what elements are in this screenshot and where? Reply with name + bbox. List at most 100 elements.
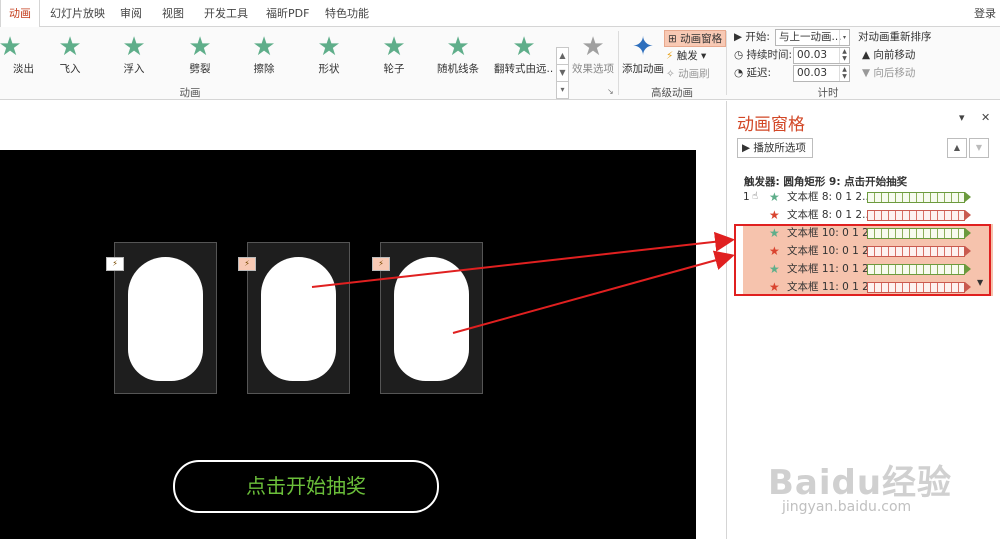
- spinner-icon[interactable]: ▲ ▼: [839, 48, 849, 63]
- item-name: 文本框 8: 0 1 2...: [787, 191, 867, 203]
- animation-trigger-tag-icon[interactable]: ⚡: [106, 257, 124, 271]
- delay-value: 00.03: [797, 67, 828, 79]
- star-icon: ★: [0, 32, 22, 62]
- animation-split[interactable]: ★ 劈裂: [170, 33, 230, 79]
- duration-input[interactable]: 00.03 ▲ ▼: [793, 47, 850, 64]
- star-icon: ★: [382, 32, 406, 62]
- star-icon: ★: [317, 32, 341, 62]
- group-label-advanced: 高级动画: [651, 87, 693, 99]
- animation-label: 翻转式由远...: [494, 63, 554, 75]
- animation-painter-button[interactable]: ✧ 动画刷: [666, 66, 710, 83]
- tab-developer[interactable]: 开发工具: [204, 0, 248, 27]
- login-link[interactable]: 登录: [974, 0, 996, 27]
- timeline-bar[interactable]: [867, 192, 965, 203]
- close-icon[interactable]: ✕: [981, 111, 990, 124]
- move-earlier-button[interactable]: ▲ 向前移动: [862, 47, 915, 64]
- move-up-button[interactable]: ▲: [947, 138, 967, 158]
- animation-painter-label: 动画刷: [678, 68, 710, 80]
- brush-icon: ✧: [666, 68, 679, 80]
- start-select[interactable]: 与上一动画... ▾: [775, 29, 850, 46]
- start-label-text: 开始:: [745, 31, 770, 43]
- clock-icon: ◷: [734, 49, 747, 61]
- animation-label: 淡出: [13, 63, 34, 75]
- star-icon: ★: [512, 32, 536, 62]
- move-down-button[interactable]: ▼: [969, 138, 989, 158]
- entrance-star-icon: ★: [769, 190, 780, 204]
- watermark-url: jingyan.baidu.com: [782, 499, 912, 515]
- tab-foxit-pdf[interactable]: 福昕PDF: [266, 0, 309, 27]
- animation-trigger-tag-icon[interactable]: ⚡: [238, 257, 256, 271]
- dialog-launcher-icon[interactable]: ↘: [607, 87, 614, 96]
- animation-label: 擦除: [253, 63, 275, 75]
- tab-review[interactable]: 审阅: [120, 0, 142, 27]
- animation-fly-in[interactable]: ★ 飞入: [40, 33, 100, 79]
- star-icon: ★: [58, 32, 82, 62]
- chevron-down-icon[interactable]: ▾: [959, 111, 965, 124]
- animation-label: 轮子: [383, 63, 405, 75]
- triangle-down-icon: ▼: [862, 67, 874, 79]
- animation-float-in[interactable]: ★ 浮入: [104, 33, 164, 79]
- trigger-header: 触发器: 圆角矩形 9: 点击开始抽奖: [744, 176, 908, 188]
- move-later-button[interactable]: ▼ 向后移动: [862, 65, 915, 82]
- delay-label-text: 延迟:: [746, 67, 772, 79]
- animation-shape[interactable]: ★ 形状: [299, 33, 359, 79]
- effect-options-button[interactable]: ★ 效果选项: [566, 33, 620, 79]
- spinner-icon[interactable]: ▲ ▼: [839, 66, 849, 81]
- duration-label: ◷ 持续时间:: [734, 47, 792, 64]
- annotation-highlight-box: [734, 224, 991, 296]
- lightning-icon: ⚡: [666, 50, 677, 62]
- play-icon: ▶: [734, 31, 746, 43]
- play-icon: ▶: [742, 142, 754, 154]
- reel-digit-shape: [128, 257, 203, 381]
- effect-options-label: 效果选项: [572, 63, 614, 75]
- animation-random-bars[interactable]: ★ 随机线条: [428, 33, 488, 79]
- gallery-more-icon[interactable]: ▾: [557, 82, 568, 99]
- divider: [726, 31, 727, 95]
- delay-label: ◔ 延迟:: [734, 65, 771, 82]
- group-label-animation: 动画: [179, 87, 201, 99]
- tab-special-features[interactable]: 特色功能: [325, 0, 369, 27]
- animation-list-item[interactable]: ★ 文本框 8: 0 1 2...: [743, 206, 993, 224]
- tab-animation[interactable]: 动画: [0, 0, 40, 28]
- number-reel-11[interactable]: [380, 242, 483, 394]
- group-label-timing: 计时: [817, 87, 839, 99]
- trigger-button[interactable]: ⚡ 触发 ▾: [666, 48, 706, 65]
- slide-canvas[interactable]: ⚡ ⚡ ⚡ 点击开始抽奖: [0, 150, 696, 539]
- number-reel-10[interactable]: [247, 242, 350, 394]
- delay-input[interactable]: 00.03 ▲ ▼: [793, 65, 850, 82]
- item-name: 文本框 8: 0 1 2...: [787, 209, 867, 221]
- watermark: Baidu经验 jingyan.baidu.com: [760, 455, 1000, 539]
- animation-trigger-tag-icon[interactable]: ⚡: [372, 257, 390, 271]
- animation-pane-button[interactable]: ⊞ 动画窗格: [664, 30, 727, 47]
- duration-label-text: 持续时间:: [746, 49, 793, 61]
- start-select-value: 与上一动画...: [779, 31, 842, 43]
- duration-value: 00.03: [797, 49, 828, 61]
- play-selected-label: 播放所选项: [753, 142, 806, 154]
- animation-wipe[interactable]: ★ 擦除: [234, 33, 294, 79]
- animation-flip-from-far[interactable]: ★ 翻转式由远...: [494, 33, 554, 79]
- animation-fade-out[interactable]: ★ 淡出: [0, 33, 40, 79]
- animation-wheel[interactable]: ★ 轮子: [364, 33, 424, 79]
- start-draw-button[interactable]: 点击开始抽奖: [173, 460, 439, 513]
- timeline-bar[interactable]: [867, 210, 965, 221]
- mouse-click-icon: ☝: [752, 191, 759, 202]
- play-selected-button[interactable]: ▶ 播放所选项: [737, 138, 813, 158]
- exit-star-icon: ★: [769, 208, 780, 222]
- add-animation-label: 添加动画: [622, 63, 664, 75]
- reorder-label: 对动画重新排序: [858, 31, 932, 43]
- tab-slideshow[interactable]: 幻灯片放映: [50, 0, 105, 27]
- add-animation-button[interactable]: ✦ 添加动画: [618, 33, 668, 79]
- reel-digit-shape: [261, 257, 336, 381]
- timeline-bar-end: [965, 210, 971, 220]
- tab-view[interactable]: 视图: [162, 0, 184, 27]
- animation-label: 浮入: [123, 63, 145, 75]
- animation-label: 劈裂: [189, 63, 211, 75]
- animation-label: 飞入: [59, 63, 81, 75]
- move-earlier-label: 向前移动: [873, 49, 916, 61]
- chevron-down-icon: ▾: [697, 50, 707, 62]
- ribbon-tab-bar: 动画 幻灯片放映 审阅 视图 开发工具 福昕PDF 特色功能 登录: [0, 0, 1000, 28]
- number-reel-8[interactable]: [114, 242, 217, 394]
- animation-list-item[interactable]: 1 ☝ ★ 文本框 8: 0 1 2...: [743, 188, 993, 206]
- star-icon: ★: [122, 32, 146, 62]
- triangle-up-icon: ▲: [862, 49, 874, 61]
